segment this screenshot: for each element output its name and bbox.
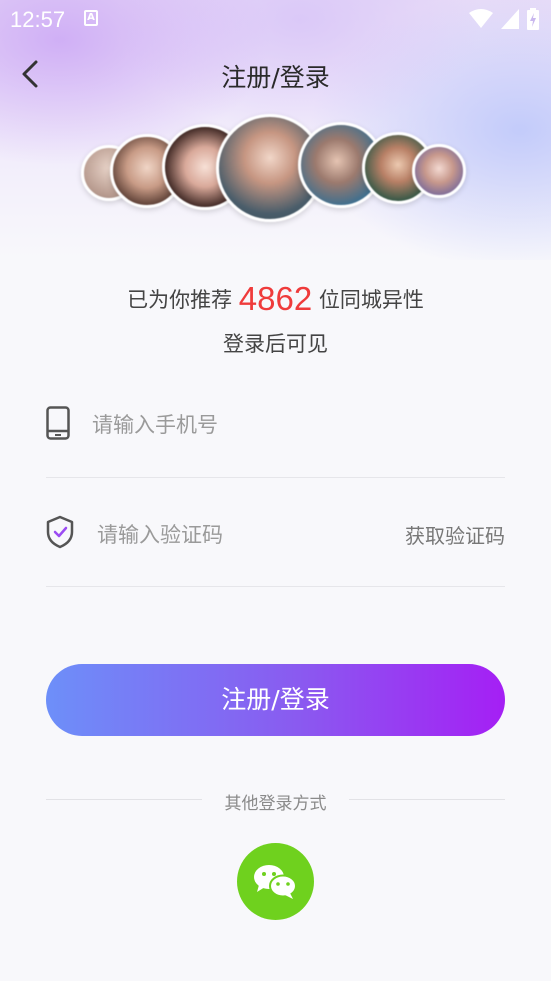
register-login-button[interactable]: 注册/登录: [46, 664, 505, 736]
wechat-login-button[interactable]: [237, 843, 314, 920]
verification-code-input[interactable]: [97, 518, 387, 552]
page-title: 注册/登录: [221, 63, 330, 92]
recommendation-line: 已为你推荐 4862 位同城异性: [0, 280, 551, 318]
notification-icon: A: [84, 10, 98, 26]
signal-icon: [501, 9, 519, 29]
phone-input[interactable]: [92, 408, 472, 442]
status-time: 12:57: [10, 7, 66, 32]
reco-prefix: 已为你推荐: [127, 288, 233, 312]
shield-check-icon: [46, 515, 74, 549]
reco-subtitle: 登录后可见: [223, 332, 328, 356]
wifi-icon: [469, 9, 493, 28]
reco-suffix: 位同城异性: [318, 288, 424, 312]
divider-right: [349, 799, 505, 800]
header: 注册/登录: [0, 44, 551, 104]
wechat-icon: [254, 865, 297, 899]
status-bar: 12:57 A: [0, 0, 551, 36]
phone-icon: [46, 406, 70, 440]
other-login-label: 其他登录方式: [224, 794, 327, 814]
phone-field-row: [46, 400, 505, 450]
code-field-row: 获取验证码: [46, 510, 505, 560]
battery-charging-icon: [527, 8, 539, 30]
get-code-button[interactable]: 获取验证码: [405, 520, 505, 549]
phone-field-underline: [46, 477, 505, 478]
code-field-underline: [46, 586, 505, 587]
avatar: [412, 144, 466, 198]
reco-count: 4862: [238, 280, 313, 317]
avatar-collage: [0, 110, 551, 240]
